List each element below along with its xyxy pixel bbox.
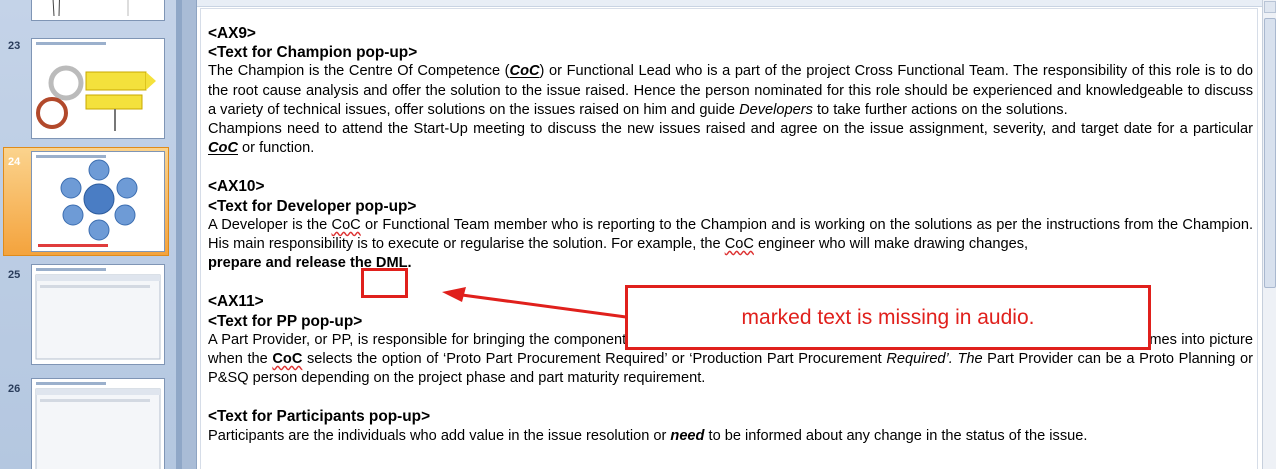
slide-24-preview <box>38 159 138 247</box>
slide-23-preview <box>36 65 156 131</box>
slide-thumbnail-24[interactable] <box>31 151 165 252</box>
text-run: to be informed about any change in the s… <box>704 427 1088 444</box>
text-run: to take further actions on the solutions… <box>812 101 1068 118</box>
slide-number: 23 <box>8 40 21 52</box>
scroll-up-button[interactable] <box>1264 1 1276 13</box>
text-run: Participants are the individuals who add… <box>208 427 671 444</box>
slide-25-preview <box>35 274 161 360</box>
document-gutter <box>182 0 196 469</box>
coc-term: CoC <box>509 63 540 80</box>
ax10-id: <AX10> <box>208 178 265 196</box>
champion-paragraph-2: Champions need to attend the Start-Up me… <box>208 120 1253 158</box>
slide-thumbnail-22[interactable] <box>31 0 165 21</box>
notes-document[interactable]: <AX9> <Text for Champion pop-up> The Cha… <box>196 0 1262 469</box>
slide-thumbnail-panel: 23 24 25 26 <box>0 0 176 469</box>
slide-number: 24 <box>8 156 21 168</box>
vertical-scrollbar[interactable] <box>1262 0 1276 469</box>
page-top-edge <box>197 0 1262 7</box>
coc-term: CoC <box>724 236 754 253</box>
text-run: or function. <box>238 140 315 157</box>
marked-text-highlight-box <box>361 268 408 298</box>
scrollbar-thumb[interactable] <box>1264 18 1276 288</box>
developer-paragraph: A Developer is the CoC or Functional Tea… <box>208 216 1253 274</box>
champion-paragraph-1: The Champion is the Centre Of Competence… <box>208 62 1253 120</box>
annotation-arrow <box>442 287 627 319</box>
required-term: Required’. The <box>886 351 983 368</box>
coc-term: CoC <box>272 351 303 368</box>
callout-text: marked text is missing in audio. <box>741 305 1035 329</box>
notes-content[interactable]: <AX9> <Text for Champion pop-up> The Cha… <box>208 24 1253 446</box>
slide-number: 26 <box>8 383 21 395</box>
slide-22-preview <box>52 0 129 17</box>
slide-thumbnail-25[interactable] <box>31 264 165 365</box>
slide-26-preview <box>35 388 161 469</box>
champion-popup-title: <Text for Champion pop-up> <box>208 44 418 62</box>
participants-paragraph: Participants are the individuals who add… <box>208 427 1253 446</box>
developers-term: Developers <box>739 101 813 118</box>
need-term: need <box>670 427 705 444</box>
text-run: selects the option of ‘Proto Part Procur… <box>302 351 887 368</box>
slide-thumbnail-26[interactable] <box>31 378 165 469</box>
annotation-callout: marked text is missing in audio. <box>625 285 1151 350</box>
text-run: engineer who will make drawing changes, <box>753 236 1029 253</box>
slide-number: 25 <box>8 269 21 281</box>
slide-thumbnail-23[interactable] <box>31 38 165 139</box>
coc-term: CoC <box>208 140 238 157</box>
text-run: The Champion is the Centre Of Competence… <box>208 63 510 80</box>
developer-popup-title: <Text for Developer pop-up> <box>208 197 417 215</box>
ax9-id: <AX9> <box>208 25 256 42</box>
participants-popup-title: <Text for Participants pop-up> <box>208 408 431 426</box>
text-run: A Developer is the <box>208 216 332 233</box>
coc-term: CoC <box>331 216 361 233</box>
text-run: Champions need to attend the Start-Up me… <box>208 121 1253 138</box>
